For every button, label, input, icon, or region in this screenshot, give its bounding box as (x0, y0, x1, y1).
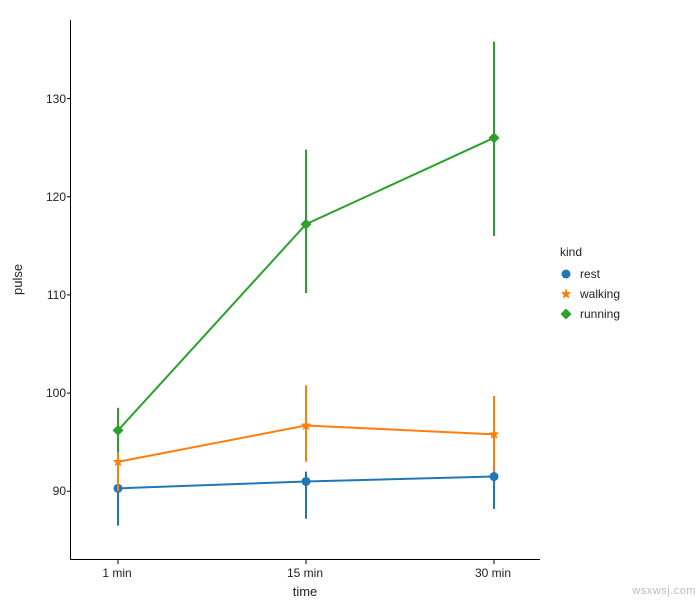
y-tick-label: 130 (36, 92, 66, 106)
y-tick-label: 110 (36, 288, 66, 302)
x-axis-label: time (70, 584, 540, 599)
chart-container: pulse time kind rest walking running wsxws… (0, 0, 700, 601)
y-tick-label: 120 (36, 190, 66, 204)
legend-label: walking (580, 287, 620, 301)
legend-row: rest (560, 265, 620, 283)
circle-icon (560, 268, 572, 280)
y-axis-label: pulse (10, 264, 25, 295)
x-tick-label: 30 min (463, 566, 523, 580)
x-tick-label: 15 min (275, 566, 335, 580)
legend-label: rest (580, 267, 600, 281)
star-icon (560, 288, 572, 300)
legend-title: kind (560, 245, 620, 259)
legend: kind rest walking running (560, 245, 620, 325)
legend-label: running (580, 307, 620, 321)
legend-row: running (560, 305, 620, 323)
y-tick-label: 90 (36, 484, 66, 498)
plot-area (70, 20, 540, 560)
diamond-icon (560, 308, 572, 320)
x-tick-label: 1 min (87, 566, 147, 580)
y-tick-label: 100 (36, 386, 66, 400)
chart-svg (71, 20, 541, 560)
watermark-text: wsxwsj.com (632, 585, 696, 597)
legend-row: walking (560, 285, 620, 303)
legend-items: rest walking running (560, 265, 620, 323)
